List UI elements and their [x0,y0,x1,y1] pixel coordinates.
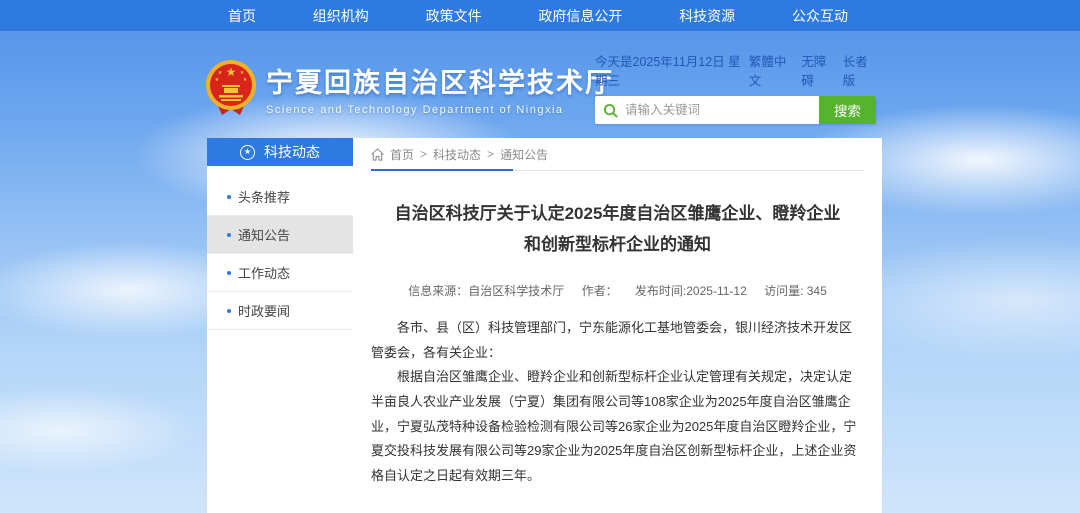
meta-visit-count: 访问量: 345 [764,284,827,298]
article-meta: 信息来源：自治区科学技术厅 作者： 发布时间:2025-11-12 访问量: 3… [371,282,864,299]
utility-row: 今天是2025年11月12日 星期三 繁體中文 无障碍 长者版 [595,51,876,89]
nav-item-policy[interactable]: 政策文件 [416,6,492,26]
bullet-dot-icon [227,195,231,199]
site-header: ★ ★ ★ ★ ★ 宁夏回族自治区科学技术厅 Science and Techn… [0,31,1080,138]
breadcrumb: 首页 > 科技动态 > 通知公告 [371,138,864,171]
brand-text: 宁夏回族自治区科学技术厅 Science and Technology Depa… [266,61,614,116]
sidebar-item-politics-news[interactable]: 时政要闻 [207,292,353,330]
sidebar-header: ★ 科技动态 [207,138,353,166]
main-content: 首页 > 科技动态 > 通知公告 自治区科技厅关于认定2025年度自治区雏鹰企业… [353,138,882,513]
national-emblem-logo: ★ ★ ★ ★ ★ [205,59,257,117]
article-body: 各市、县（区）科技管理部门，宁东能源化工基地管委会，银川经济技术开发区管委会，各… [371,316,864,489]
utility-links: 繁體中文 无障碍 长者版 [749,51,876,89]
home-icon [371,148,384,161]
bullet-dot-icon [227,271,231,275]
link-senior-version[interactable]: 长者版 [843,51,876,89]
svg-text:★: ★ [218,70,223,76]
sidebar-item-notices[interactable]: 通知公告 [207,216,353,254]
nav-item-interaction[interactable]: 公众互动 [782,6,858,26]
sidebar-item-label: 时政要闻 [238,301,290,320]
sidebar-item-headlines[interactable]: 头条推荐 [207,178,353,216]
svg-text:★: ★ [226,65,237,79]
sidebar-menu: 头条推荐 通知公告 工作动态 时政要闻 [207,166,353,330]
nav-item-gov-info[interactable]: 政府信息公开 [528,6,632,26]
breadcrumb-separator: > [487,147,494,161]
svg-text:★: ★ [240,70,245,76]
sidebar-item-label: 通知公告 [238,225,290,244]
nav-item-organization[interactable]: 组织机构 [303,6,379,26]
search-bar: 搜索 [595,96,876,124]
bullet-dot-icon [227,233,231,237]
meta-author: 作者： [582,284,618,298]
search-button[interactable]: 搜索 [819,96,876,124]
site-title: 宁夏回族自治区科学技术厅 [266,61,614,100]
article: 自治区科技厅关于认定2025年度自治区雏鹰企业、瞪羚企业 和创新型标杆企业的通知… [371,171,864,513]
article-paragraph: 各市、县（区）科技管理部门，宁东能源化工基地管委会，银川经济技术开发区管委会，各… [371,316,864,365]
site-brand: ★ ★ ★ ★ ★ 宁夏回族自治区科学技术厅 Science and Techn… [205,59,614,117]
svg-text:★: ★ [215,77,220,83]
header-right: 今天是2025年11月12日 星期三 繁體中文 无障碍 长者版 搜索 [595,51,876,124]
sidebar-title: 科技动态 [264,142,320,162]
search-box [595,96,819,124]
meta-source: 信息来源：自治区科学技术厅 [408,284,564,298]
sidebar: ★ 科技动态 头条推荐 通知公告 工作动态 时政要闻 [207,138,353,513]
sidebar-item-label: 工作动态 [238,263,290,282]
current-date: 今天是2025年11月12日 星期三 [595,51,749,89]
content-card: ★ 科技动态 头条推荐 通知公告 工作动态 时政要闻 [207,138,882,513]
breadcrumb-separator: > [420,147,427,161]
top-nav-items: 首页 组织机构 政策文件 政府信息公开 科技资源 公众互动 [218,6,858,26]
sidebar-item-label: 头条推荐 [238,187,290,206]
meta-publish-time: 发布时间:2025-11-12 [635,284,747,298]
bullet-dot-icon [227,309,231,313]
article-title: 自治区科技厅关于认定2025年度自治区雏鹰企业、瞪羚企业 和创新型标杆企业的通知 [371,198,864,261]
breadcrumb-home[interactable]: 首页 [390,146,414,163]
svg-text:★: ★ [243,77,248,83]
article-title-line1: 自治区科技厅关于认定2025年度自治区雏鹰企业、瞪羚企业 [395,204,841,223]
link-traditional-chinese[interactable]: 繁體中文 [749,51,793,89]
nav-item-resources[interactable]: 科技资源 [669,6,745,26]
sidebar-item-work-news[interactable]: 工作动态 [207,254,353,292]
site-subtitle: Science and Technology Department of Nin… [266,104,614,116]
search-input[interactable] [625,103,819,117]
nav-item-home[interactable]: 首页 [218,6,266,26]
breadcrumb-notices[interactable]: 通知公告 [500,146,548,163]
search-icon [603,103,618,118]
compass-star-icon: ★ [240,145,255,160]
article-title-line2: 和创新型标杆企业的通知 [524,235,711,254]
top-nav: 首页 组织机构 政策文件 政府信息公开 科技资源 公众互动 [0,0,1080,31]
link-accessibility[interactable]: 无障碍 [801,51,834,89]
breadcrumb-tech-news[interactable]: 科技动态 [433,146,481,163]
article-paragraph: 根据自治区雏鹰企业、瞪羚企业和创新型标杆企业认定管理有关规定，决定认定半亩良人农… [371,365,864,488]
